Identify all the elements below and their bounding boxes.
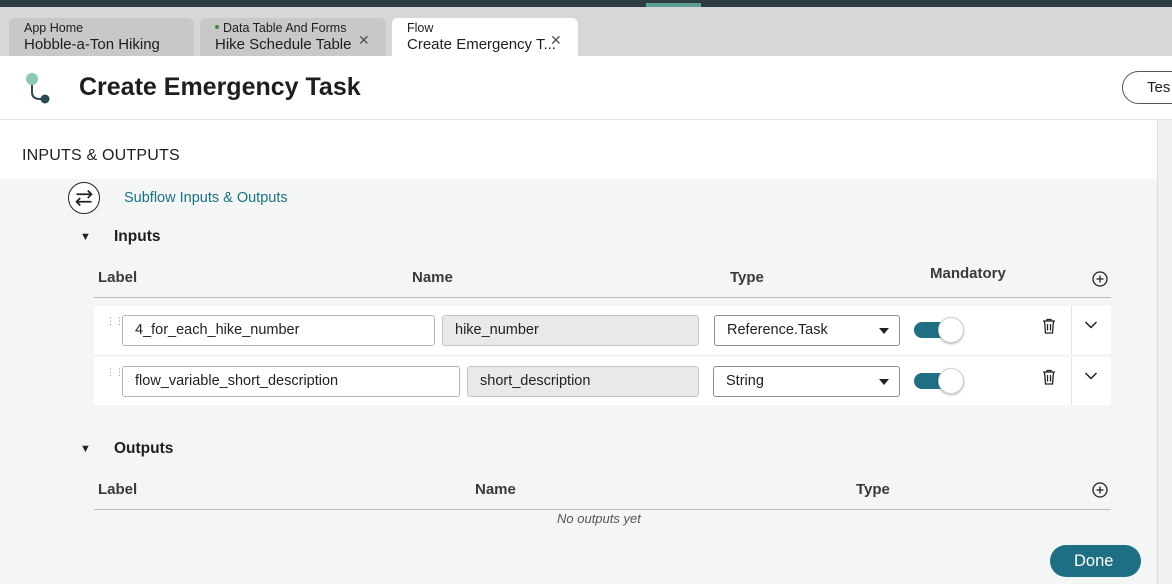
label-field[interactable]: flow_variable_short_description (122, 366, 460, 397)
table-row: ⋮⋮ 4_for_each_hike_number hike_number Re… (94, 306, 1111, 354)
page-header: Create Emergency Task Tes (0, 56, 1172, 120)
row-divider (1071, 357, 1072, 405)
caret-down-icon (879, 328, 889, 334)
tab-bar: App Home Hobble-a-Ton Hiking Data Table … (0, 7, 1172, 63)
add-input-plus-icon[interactable] (1092, 271, 1108, 287)
trash-icon[interactable] (1042, 369, 1056, 385)
trash-icon[interactable] (1042, 318, 1056, 334)
mandatory-toggle[interactable] (914, 317, 964, 343)
column-header-mandatory: Mandatory (930, 265, 1006, 282)
chevron-down-icon[interactable] (1084, 320, 1098, 330)
name-field: hike_number (442, 315, 699, 346)
column-header-label: Label (98, 269, 138, 286)
table-row: ⋮⋮ flow_variable_short_description short… (94, 357, 1111, 405)
inputs-collapse-toggle-icon[interactable]: ▼ (80, 231, 91, 243)
row-divider (1071, 306, 1072, 354)
column-header-label: Label (98, 481, 138, 498)
test-button[interactable]: Tes (1122, 71, 1172, 104)
type-select-value: String (726, 373, 764, 389)
subflow-link[interactable]: Subflow Inputs & Outputs (124, 190, 288, 206)
chevron-down-icon[interactable] (1084, 371, 1098, 381)
type-select[interactable]: Reference.Task (714, 315, 900, 346)
label-field[interactable]: 4_for_each_hike_number (122, 315, 435, 346)
page-title: Create Emergency Task (79, 73, 361, 101)
type-select-value: Reference.Task (727, 322, 828, 338)
column-header-type: Type (856, 481, 890, 498)
column-header-type: Type (730, 269, 764, 286)
no-outputs-message: No outputs yet (557, 511, 641, 526)
caret-down-icon (879, 379, 889, 385)
toggle-knob (938, 317, 964, 343)
tab-small-label: Data Table And Forms (223, 21, 347, 35)
add-output-plus-icon[interactable] (1092, 482, 1108, 498)
swap-arrows-icon (68, 182, 100, 214)
tab-small-label: App Home (24, 21, 84, 35)
mandatory-toggle[interactable] (914, 368, 964, 394)
outputs-collapse-toggle-icon[interactable]: ▼ (80, 443, 91, 455)
tab-big-label: Hobble-a-Ton Hiking (24, 36, 160, 53)
window-top-bar (0, 0, 1172, 7)
column-header-name: Name (412, 269, 453, 286)
section-title: INPUTS & OUTPUTS (22, 147, 180, 164)
unsaved-dot-icon (215, 24, 219, 29)
outputs-header-divider (94, 509, 1111, 510)
name-field: short_description (467, 366, 699, 397)
done-button[interactable]: Done (1050, 545, 1141, 577)
inputs-group-label: Inputs (114, 228, 161, 245)
inputs-header-divider (94, 297, 1111, 298)
close-icon[interactable]: ✕ (550, 32, 562, 49)
type-select[interactable]: String (713, 366, 900, 397)
flow-logo-icon (26, 73, 50, 104)
close-icon[interactable]: ✕ (358, 32, 370, 49)
toggle-knob (938, 368, 964, 394)
column-header-name: Name (475, 481, 516, 498)
right-panel-edge (1157, 120, 1172, 584)
outputs-group-label: Outputs (114, 440, 174, 457)
